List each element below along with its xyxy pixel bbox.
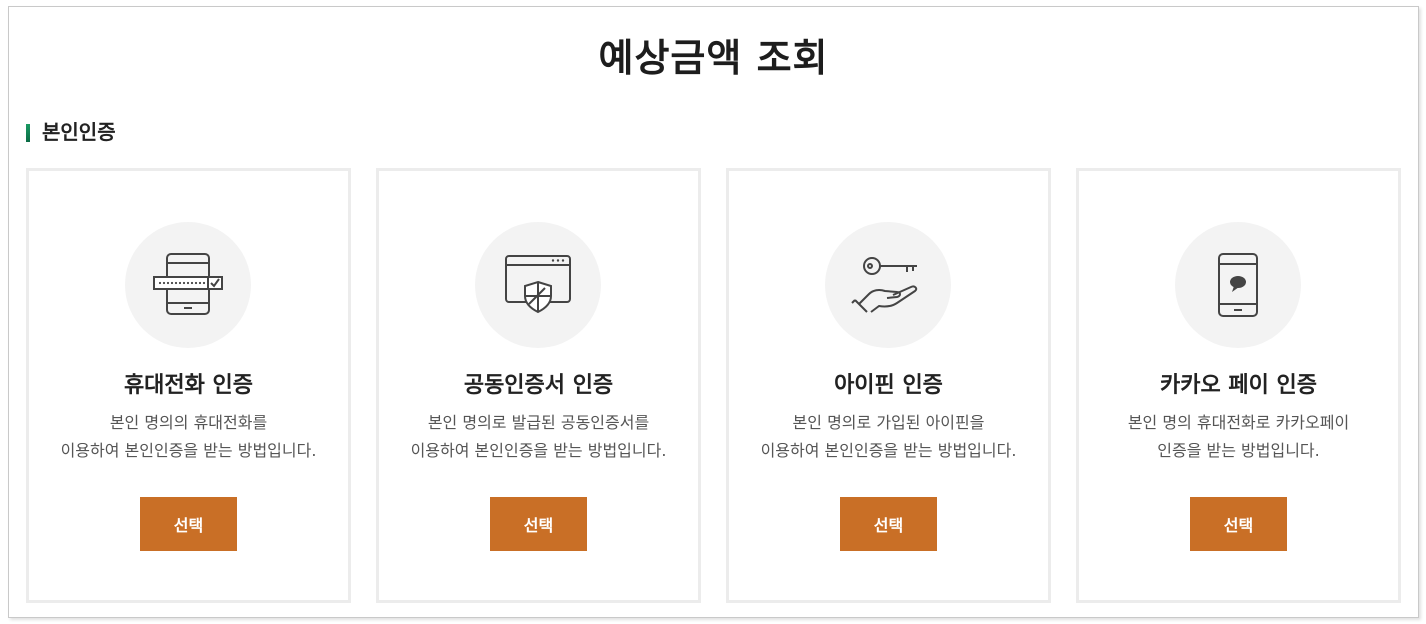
- mobile-phone-password-icon: [153, 253, 223, 315]
- mobile-chat-icon: [1218, 253, 1258, 317]
- card-description: 본인 명의로 가입된 아이핀을 이용하여 본인인증을 받는 방법입니다.: [729, 409, 1048, 465]
- page-frame: 예상금액 조회 본인인증 휴대전화 인증 본인 명의의 휴대전화를 이용하여 본…: [8, 6, 1419, 618]
- select-mobile-auth-button[interactable]: 선택: [140, 497, 237, 551]
- icon-circle: [825, 222, 951, 348]
- auth-card-kakaopay: 카카오 페이 인증 본인 명의 휴대전화로 카카오페이 인증을 받는 방법입니다…: [1076, 168, 1401, 603]
- card-description-line: 본인 명의 휴대전화로 카카오페이: [1127, 413, 1350, 432]
- card-description-line: 이용하여 본인인증을 받는 방법입니다.: [60, 441, 317, 460]
- card-description: 본인 명의의 휴대전화를 이용하여 본인인증을 받는 방법입니다.: [29, 409, 348, 465]
- page-title: 예상금액 조회: [598, 36, 829, 80]
- icon-circle: [1175, 222, 1301, 348]
- card-title: 아이핀 인증: [834, 373, 943, 398]
- section-accent-bar: [26, 124, 30, 142]
- icon-circle: [125, 222, 251, 348]
- auth-method-list: 휴대전화 인증 본인 명의의 휴대전화를 이용하여 본인인증을 받는 방법입니다…: [26, 168, 1402, 603]
- browser-shield-icon: [505, 255, 571, 314]
- auth-card-certificate: 공동인증서 인증 본인 명의로 발급된 공동인증서를 이용하여 본인인증을 받는…: [376, 168, 701, 603]
- section-heading-label: 본인인증: [42, 120, 116, 144]
- card-description-line: 본인 명의의 휴대전화를: [109, 413, 268, 432]
- card-description: 본인 명의로 발급된 공동인증서를 이용하여 본인인증을 받는 방법입니다.: [379, 409, 698, 465]
- hand-key-icon: [851, 257, 918, 313]
- select-ipin-auth-button[interactable]: 선택: [840, 497, 937, 551]
- card-title: 공동인증서 인증: [463, 373, 614, 398]
- card-title: 카카오 페이 인증: [1160, 373, 1317, 398]
- card-description-line: 인증을 받는 방법입니다.: [1157, 441, 1320, 460]
- card-description-line: 이용하여 본인인증을 받는 방법입니다.: [760, 441, 1017, 460]
- card-title: 휴대전화 인증: [123, 373, 254, 398]
- card-description-line: 본인 명의로 발급된 공동인증서를: [427, 413, 650, 432]
- card-description-line: 이용하여 본인인증을 받는 방법입니다.: [410, 441, 667, 460]
- select-certificate-auth-button[interactable]: 선택: [490, 497, 587, 551]
- section-heading: 본인인증: [26, 120, 116, 144]
- card-description: 본인 명의 휴대전화로 카카오페이 인증을 받는 방법입니다.: [1079, 409, 1398, 465]
- auth-card-mobile: 휴대전화 인증 본인 명의의 휴대전화를 이용하여 본인인증을 받는 방법입니다…: [26, 168, 351, 603]
- select-kakaopay-auth-button[interactable]: 선택: [1190, 497, 1287, 551]
- icon-circle: [475, 222, 601, 348]
- card-description-line: 본인 명의로 가입된 아이핀을: [792, 413, 985, 432]
- auth-card-ipin: 아이핀 인증 본인 명의로 가입된 아이핀을 이용하여 본인인증을 받는 방법입…: [726, 168, 1051, 603]
